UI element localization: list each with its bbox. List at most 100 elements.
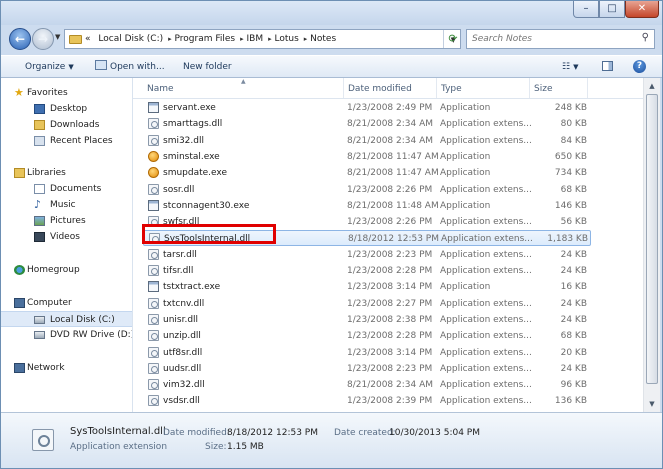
open-with-button[interactable]: Open with... bbox=[95, 60, 165, 74]
file-type: Application extens... bbox=[440, 298, 532, 309]
dll-file-icon bbox=[148, 297, 159, 309]
address-bar[interactable]: « Local Disk (C:) ▸ Program Files ▸ IBM ▸ L… bbox=[64, 29, 461, 49]
file-row[interactable]: unisr.dll 1/23/2008 2:38 PM Application ex… bbox=[143, 312, 591, 328]
file-name: smupdate.exe bbox=[163, 168, 227, 179]
file-type: Application extens... bbox=[440, 184, 532, 195]
details-size: 1.15 MB bbox=[227, 442, 264, 452]
file-row[interactable]: tarsr.dll 1/23/2008 2:23 PM Application ex… bbox=[143, 247, 591, 263]
file-row[interactable]: tifsr.dll 1/23/2008 2:28 PM Application ex… bbox=[143, 263, 591, 279]
scroll-up-icon[interactable]: ▲ bbox=[644, 78, 660, 94]
refresh-icon: ⟳ bbox=[448, 32, 458, 45]
file-name: sminstal.exe bbox=[163, 151, 220, 162]
file-size: 24 KB bbox=[560, 266, 587, 276]
file-row[interactable]: servant.exe 1/23/2008 2:49 PM Application 2… bbox=[143, 100, 591, 116]
nav-recent-places[interactable]: Recent Places bbox=[1, 133, 132, 149]
close-icon: ✕ bbox=[637, 3, 647, 14]
breadcrumb-separator-icon[interactable]: ▸ bbox=[304, 35, 308, 43]
file-date-modified: 8/21/2008 2:34 AM bbox=[347, 380, 434, 391]
nav-videos[interactable]: Videos bbox=[1, 229, 132, 245]
file-name: vsdsr.dll bbox=[163, 396, 200, 407]
nav-downloads[interactable]: Downloads bbox=[1, 117, 132, 133]
preview-pane-button[interactable] bbox=[602, 61, 613, 71]
file-date-modified: 1/23/2008 2:26 PM bbox=[347, 184, 433, 195]
file-size: 24 KB bbox=[560, 249, 587, 260]
file-size: 248 KB bbox=[554, 103, 587, 113]
column-date-modified[interactable]: Date modified bbox=[344, 78, 437, 98]
forward-button[interactable]: → bbox=[32, 28, 54, 50]
new-folder-button[interactable]: New folder bbox=[183, 60, 232, 74]
column-name[interactable]: Name bbox=[143, 78, 344, 98]
file-size: 650 KB bbox=[554, 151, 587, 162]
file-row[interactable]: utf8sr.dll 1/23/2008 3:14 PM Application e… bbox=[143, 345, 591, 361]
forward-arrow-icon: → bbox=[37, 32, 49, 46]
organize-button[interactable]: Organize ▼ bbox=[25, 60, 74, 74]
breadcrumb-lotus[interactable]: Lotus bbox=[274, 34, 298, 44]
change-view-button[interactable]: ☷ ▼ bbox=[562, 60, 578, 74]
file-row[interactable]: tstxtract.exe 1/23/2008 3:14 PM Applicatio… bbox=[143, 279, 591, 295]
file-date-modified: 1/23/2008 3:14 PM bbox=[347, 282, 433, 293]
nav-desktop[interactable]: Desktop bbox=[1, 101, 132, 117]
breadcrumb-separator-icon[interactable]: ▸ bbox=[168, 35, 172, 43]
scroll-thumb[interactable] bbox=[646, 94, 658, 384]
file-row[interactable]: smarttags.dll 8/21/2008 2:34 AM Applicatio… bbox=[143, 116, 591, 132]
back-button[interactable]: ← bbox=[9, 28, 31, 50]
dvd-drive-icon bbox=[34, 331, 45, 339]
file-row[interactable]: sosr.dll 1/23/2008 2:26 PM Application ext… bbox=[143, 182, 591, 198]
file-name: smarttags.dll bbox=[163, 119, 223, 130]
dll-file-icon bbox=[148, 379, 159, 391]
refresh-button[interactable]: ⟳ bbox=[443, 30, 462, 48]
search-box[interactable]: ⚲ bbox=[466, 29, 655, 49]
nav-computer[interactable]: Computer bbox=[1, 295, 132, 311]
nav-music[interactable]: ♪ Music bbox=[1, 197, 132, 213]
file-row[interactable]: smupdate.exe 8/21/2008 11:47 AM Applicatio… bbox=[143, 165, 591, 181]
breadcrumb-ibm[interactable]: IBM bbox=[246, 34, 263, 44]
search-input[interactable] bbox=[472, 32, 630, 46]
nav-local-disk[interactable]: Local Disk (C:) bbox=[1, 311, 132, 327]
breadcrumb-program-files[interactable]: Program Files bbox=[175, 34, 236, 44]
navigation-pane: ★ Favorites Desktop Downloads Recent Plac… bbox=[1, 78, 133, 412]
close-button[interactable]: ✕ bbox=[625, 1, 659, 18]
vertical-scrollbar[interactable]: ▲ ▼ bbox=[643, 78, 660, 412]
nav-pictures[interactable]: Pictures bbox=[1, 213, 132, 229]
maximize-icon: □ bbox=[607, 3, 617, 14]
nav-documents[interactable]: Documents bbox=[1, 181, 132, 197]
column-size[interactable]: Size bbox=[530, 78, 588, 98]
column-type[interactable]: Type bbox=[437, 78, 530, 98]
installer-icon bbox=[148, 150, 159, 162]
breadcrumb-overflow[interactable]: « bbox=[85, 34, 91, 44]
breadcrumb-notes[interactable]: Notes bbox=[310, 34, 336, 44]
file-row[interactable]: txtcnv.dll 1/23/2008 2:27 PM Application e… bbox=[143, 296, 591, 312]
scroll-down-icon[interactable]: ▼ bbox=[644, 396, 660, 412]
file-row[interactable]: vim32.dll 8/21/2008 2:34 AM Application ex… bbox=[143, 377, 591, 393]
file-row[interactable]: uudsr.dll 1/23/2008 2:23 PM Application ex… bbox=[143, 361, 591, 377]
dll-file-icon bbox=[148, 313, 159, 325]
maximize-button[interactable]: □ bbox=[599, 1, 625, 18]
search-icon[interactable]: ⚲ bbox=[642, 32, 649, 43]
recent-places-icon bbox=[34, 136, 45, 146]
file-row[interactable]: stconnagent30.exe 8/21/2008 11:48 AM Appli… bbox=[143, 198, 591, 214]
address-row: ← → ▼ « Local Disk (C:) ▸ Program Files ▸ … bbox=[1, 25, 662, 55]
nav-homegroup[interactable]: Homegroup bbox=[1, 262, 132, 278]
help-icon[interactable]: ? bbox=[633, 60, 646, 73]
details-date-modified-label: Date modified: bbox=[163, 428, 230, 438]
back-arrow-icon: ← bbox=[14, 32, 26, 46]
dll-file-icon bbox=[148, 330, 159, 342]
file-row[interactable]: unzip.dll 1/23/2008 2:28 PM Application ex… bbox=[143, 328, 591, 344]
file-row[interactable]: vsdsr.dll 1/23/2008 2:39 PM Application ex… bbox=[143, 393, 591, 409]
nav-favorites[interactable]: ★ Favorites bbox=[1, 85, 132, 101]
breadcrumb-separator-icon[interactable]: ▸ bbox=[240, 35, 244, 43]
nav-dvd-drive[interactable]: DVD RW Drive (D:) W bbox=[1, 327, 132, 343]
nav-libraries[interactable]: Libraries bbox=[1, 165, 132, 181]
minimize-button[interactable]: – bbox=[573, 1, 599, 18]
details-file-type: Application extension bbox=[70, 442, 168, 452]
nav-network[interactable]: Network bbox=[1, 360, 132, 376]
file-type: Application extens... bbox=[440, 249, 532, 260]
pictures-icon bbox=[34, 216, 45, 226]
file-row[interactable]: sminstal.exe 8/21/2008 11:47 AM Applicatio… bbox=[143, 149, 591, 165]
details-date-created: 10/30/2013 5:04 PM bbox=[389, 428, 480, 438]
breadcrumb-local-disk[interactable]: Local Disk (C:) bbox=[98, 34, 163, 44]
file-list: ▲ Name Date modified Type Size servant.e… bbox=[133, 78, 643, 412]
recent-pages-button[interactable]: ▼ bbox=[55, 33, 60, 41]
file-row[interactable]: smi32.dll 8/21/2008 2:34 AM Application ex… bbox=[143, 133, 591, 149]
breadcrumb-separator-icon[interactable]: ▸ bbox=[268, 35, 272, 43]
